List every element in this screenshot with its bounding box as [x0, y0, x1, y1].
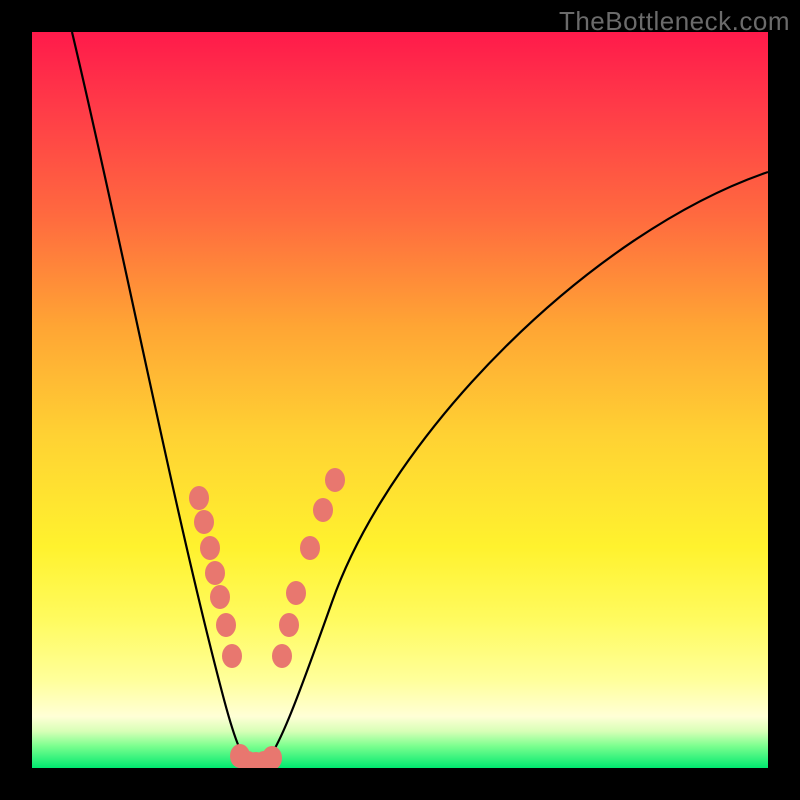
marker-right-2	[286, 581, 306, 605]
watermark-text: TheBottleneck.com	[559, 6, 790, 37]
marker-group	[189, 468, 345, 768]
marker-opt-4	[262, 746, 282, 768]
marker-right-0	[272, 644, 292, 668]
plot-area	[32, 32, 768, 768]
right-branch-curve	[264, 172, 768, 763]
marker-left-1	[194, 510, 214, 534]
chart-frame: TheBottleneck.com	[0, 0, 800, 800]
marker-left-2	[200, 536, 220, 560]
marker-right-5	[325, 468, 345, 492]
marker-left-5	[216, 613, 236, 637]
curve-layer	[32, 32, 768, 768]
marker-left-0	[189, 486, 209, 510]
marker-left-6	[222, 644, 242, 668]
marker-right-3	[300, 536, 320, 560]
marker-right-4	[313, 498, 333, 522]
marker-left-3	[205, 561, 225, 585]
marker-left-4	[210, 585, 230, 609]
marker-right-1	[279, 613, 299, 637]
